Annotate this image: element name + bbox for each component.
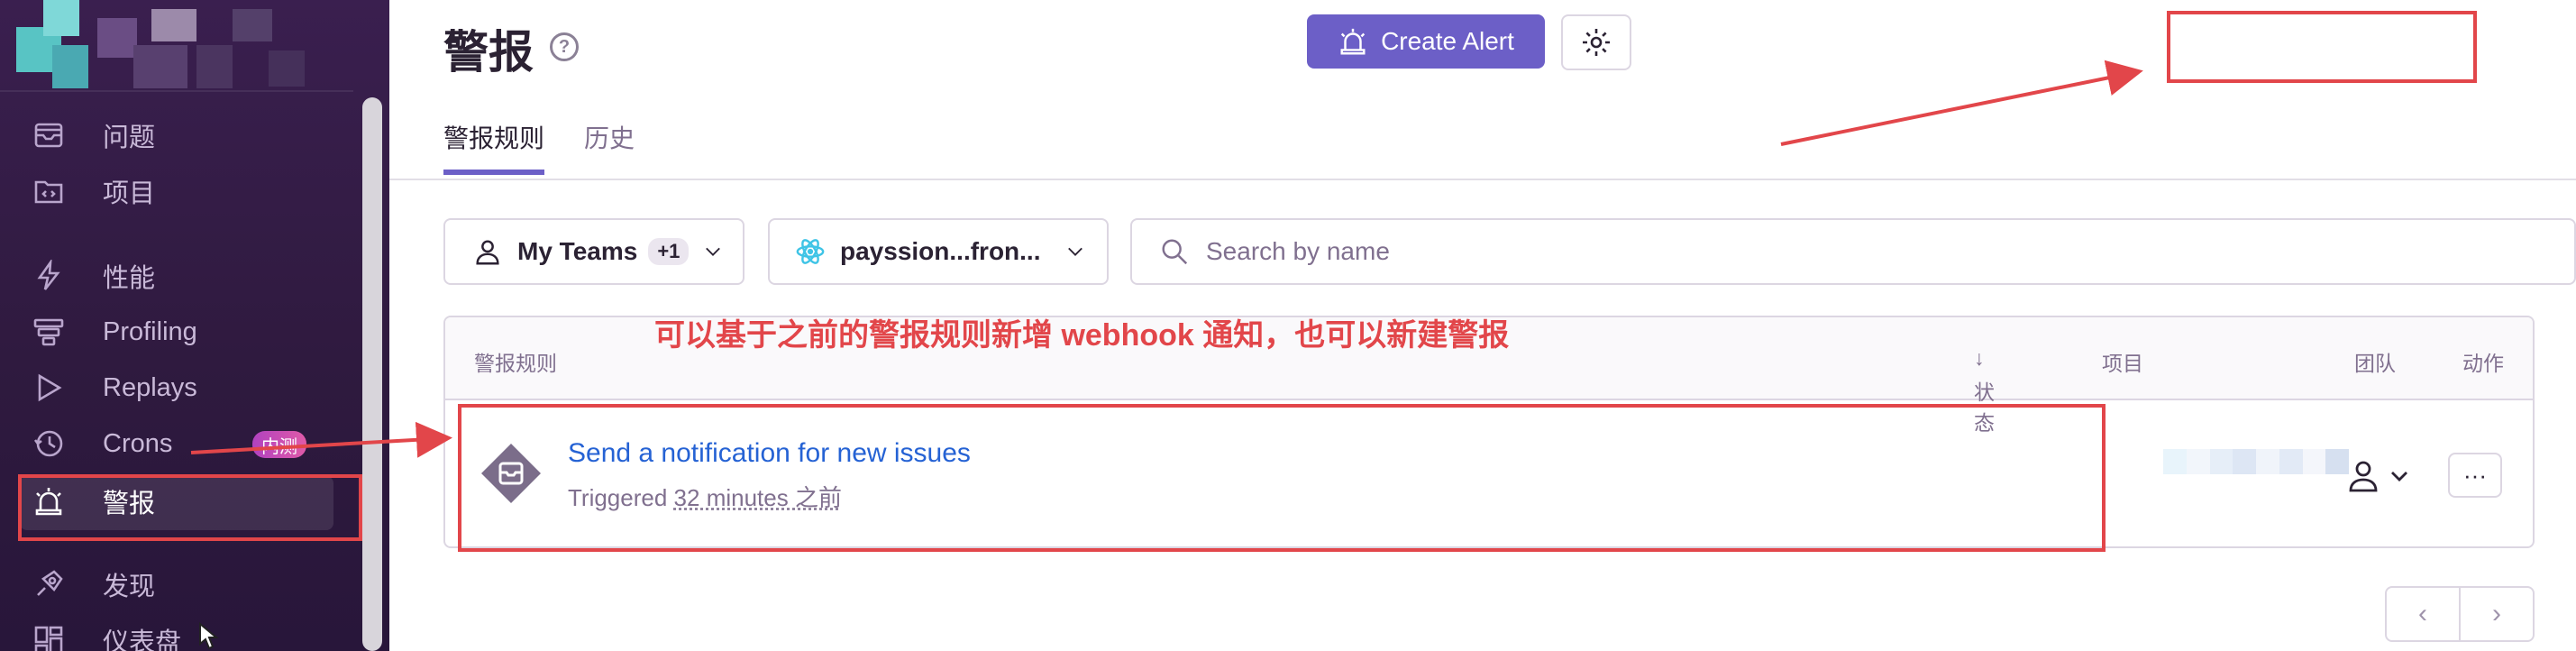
- row-actions-button[interactable]: ···: [2448, 453, 2502, 498]
- profiling-icon: [31, 314, 67, 350]
- sidebar-item-discover[interactable]: 发现: [31, 561, 337, 608]
- search-placeholder: Search by name: [1206, 237, 1390, 265]
- beta-badge: 内测: [252, 431, 306, 458]
- prev-page-button[interactable]: ‹: [2387, 588, 2461, 640]
- tab-alert-rules[interactable]: 警报规则: [443, 119, 545, 175]
- replays-icon: [31, 370, 67, 406]
- sidebar-item-dashboards[interactable]: 仪表盘: [31, 617, 337, 651]
- help-icon[interactable]: ?: [550, 32, 579, 61]
- sidebar-item-label: Profiling: [103, 316, 197, 346]
- team-owner-dropdown[interactable]: [2345, 458, 2417, 499]
- tabs: 警报规则 历史: [443, 119, 635, 175]
- sidebar-item-replays[interactable]: Replays: [31, 364, 337, 411]
- org-avatar-pixelated[interactable]: [16, 0, 341, 90]
- annotation-text: 可以基于之前的警报规则新增 webhook 通知，也可以新建警报: [654, 318, 1510, 353]
- project-filter-dropdown[interactable]: payssion...fron...: [768, 218, 1109, 285]
- sidebar-item-label: 项目: [103, 179, 156, 208]
- issues-icon: [31, 117, 67, 153]
- discover-icon: [31, 566, 67, 602]
- column-header-name[interactable]: 警报规则: [474, 346, 557, 377]
- annotation-box-create-alert: [2167, 11, 2477, 83]
- user-icon: [476, 240, 499, 265]
- sidebar-item-issues[interactable]: 问题: [31, 112, 337, 159]
- react-icon: [796, 239, 825, 264]
- annotation-box-alert-rule-row: [458, 404, 2106, 552]
- tab-history[interactable]: 历史: [584, 119, 635, 175]
- dashboards-icon: [31, 622, 67, 651]
- sidebar-item-label: 问题: [103, 124, 156, 152]
- sidebar-item-profiling[interactable]: Profiling: [31, 308, 337, 355]
- mouse-cursor-icon: [199, 622, 219, 650]
- page-title: 警报: [443, 27, 534, 78]
- chevron-down-icon: [706, 247, 721, 256]
- chevron-down-icon: [1068, 247, 1083, 256]
- sidebar-item-projects[interactable]: 项目: [31, 168, 337, 215]
- tab-divider: [389, 179, 2576, 180]
- sidebar-item-label: 发现: [103, 573, 156, 601]
- projects-icon: [31, 173, 67, 209]
- gear-icon: [1583, 29, 1610, 56]
- sidebar-scrollbar[interactable]: [362, 97, 382, 651]
- sidebar-item-label: Replays: [103, 372, 197, 402]
- column-header-project: 项目: [2102, 352, 2143, 375]
- sidebar-item-label: 仪表盘: [103, 628, 182, 651]
- sidebar-divider: [0, 90, 353, 92]
- next-page-button[interactable]: ›: [2461, 588, 2533, 640]
- team-filter-label: My Teams: [517, 237, 638, 265]
- performance-icon: [31, 258, 67, 294]
- settings-button[interactable]: [1561, 14, 1631, 70]
- column-header-team: 团队: [2354, 352, 2396, 375]
- annotation-box-sidebar-alerts: [18, 474, 362, 541]
- create-alert-button[interactable]: Create Alert: [1307, 14, 1545, 69]
- sidebar-item-label: 性能: [103, 264, 156, 293]
- project-redacted: [2163, 449, 2349, 474]
- team-filter-count: +1: [648, 238, 690, 265]
- project-filter-label: payssion...fron...: [840, 237, 1041, 265]
- sidebar: 问题 项目 性能 Profiling Replays Crons 内测 警报 发…: [0, 0, 389, 651]
- user-icon: [2349, 461, 2407, 492]
- pagination: ‹ ›: [2385, 586, 2535, 642]
- create-alert-label: Create Alert: [1381, 27, 1514, 55]
- sidebar-item-label: Crons: [103, 428, 173, 458]
- column-header-actions: 动作: [2462, 352, 2504, 375]
- crons-icon: [31, 426, 67, 462]
- siren-icon: [1340, 28, 1366, 55]
- team-filter-dropdown[interactable]: My Teams +1: [443, 218, 744, 285]
- sidebar-item-performance[interactable]: 性能: [31, 252, 337, 299]
- search-icon: [1162, 239, 1188, 265]
- column-header-status[interactable]: 状态 ↓: [1974, 346, 1995, 435]
- search-input[interactable]: Search by name: [1130, 218, 2576, 285]
